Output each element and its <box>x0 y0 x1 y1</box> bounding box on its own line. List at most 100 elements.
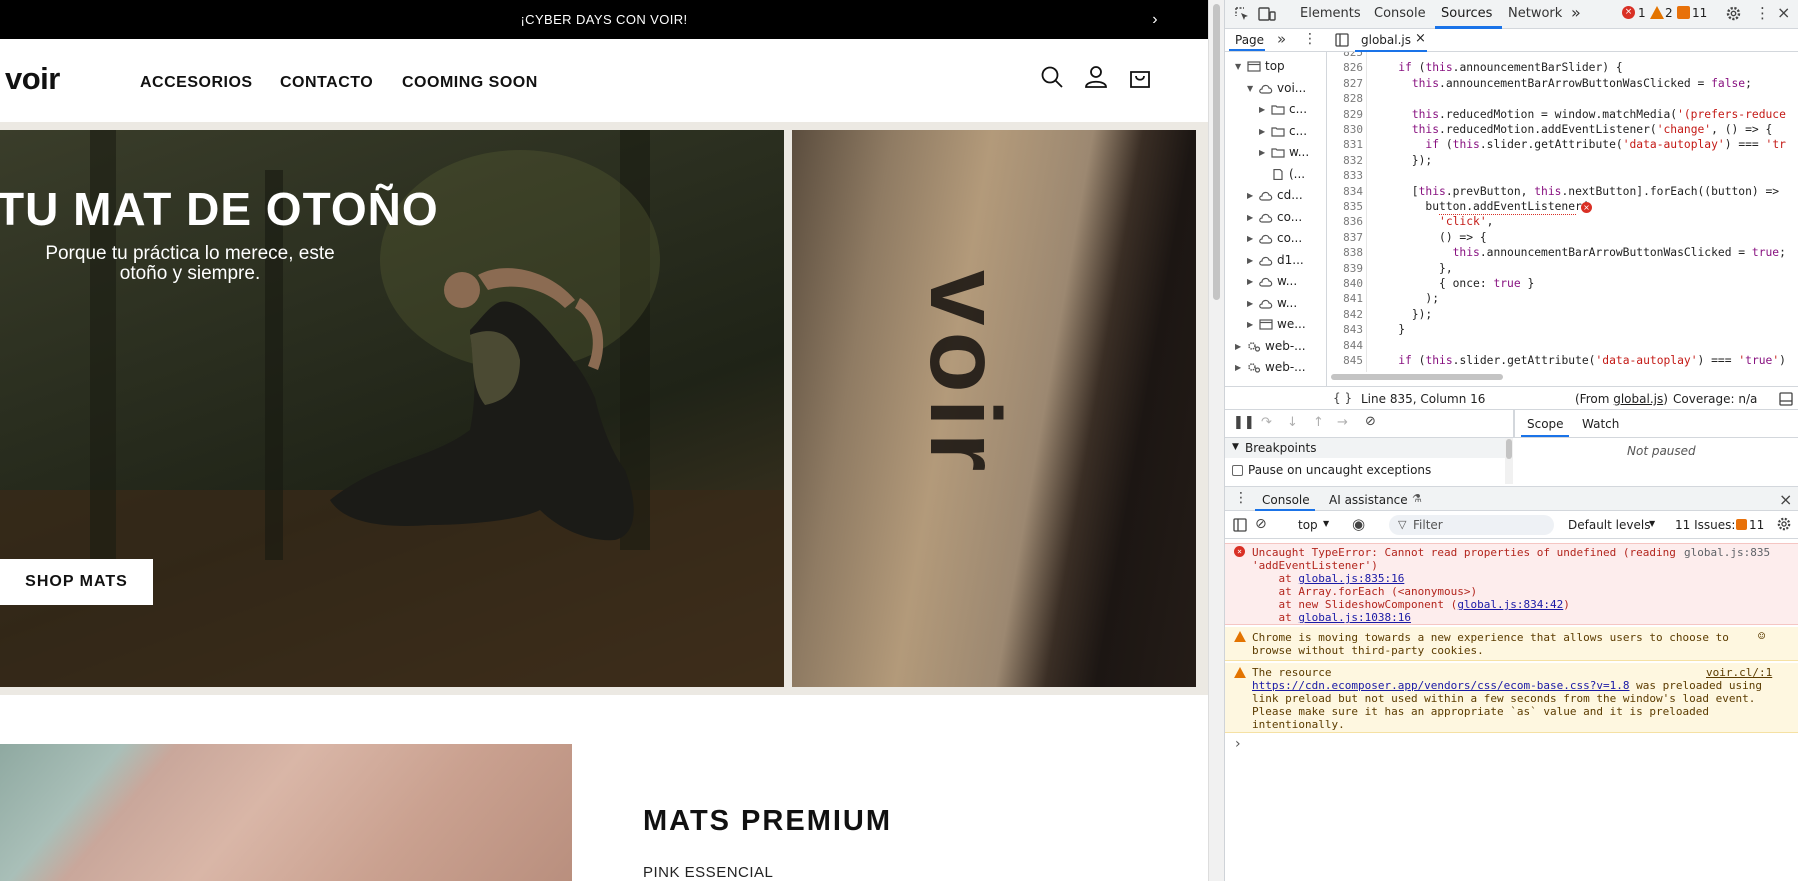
line-number[interactable]: 842 <box>1327 308 1363 321</box>
site-scrollbar[interactable] <box>1208 0 1224 881</box>
console-input[interactable] <box>1252 738 1782 754</box>
tree-collapsed-arrow-icon[interactable]: ▶ <box>1247 213 1253 222</box>
line-number[interactable]: 836 <box>1327 215 1363 228</box>
line-number[interactable]: 826 <box>1327 61 1363 74</box>
tree-item[interactable]: we... <box>1277 317 1306 331</box>
line-number[interactable]: 840 <box>1327 277 1363 290</box>
code-line[interactable]: this.reducedMotion.addEventListener('cha… <box>1371 123 1773 136</box>
tab-network[interactable]: Network <box>1508 6 1562 21</box>
tree-item[interactable]: co... <box>1277 231 1302 245</box>
line-number[interactable]: 829 <box>1327 108 1363 121</box>
nav-contacto[interactable]: CONTACTO <box>280 74 373 92</box>
line-number[interactable]: 835 <box>1327 200 1363 213</box>
console-warning-preload[interactable]: The resource voir.cl/:1 https://cdn.ecom… <box>1225 663 1798 733</box>
settings-gear-icon[interactable] <box>1725 5 1742 22</box>
close-drawer-icon[interactable]: × <box>1779 490 1792 509</box>
code-line[interactable]: }, <box>1371 262 1453 275</box>
tree-item[interactable]: c... <box>1289 102 1307 116</box>
warning-count[interactable]: 2 <box>1665 6 1673 20</box>
stack-frame-link[interactable]: global.js:834:42 <box>1457 598 1563 611</box>
clear-console-icon[interactable]: ⊘ <box>1255 516 1267 532</box>
context-dropdown-icon[interactable]: ▼ <box>1323 519 1329 528</box>
more-tabs-button[interactable]: » <box>1571 3 1581 22</box>
line-number[interactable]: 837 <box>1327 231 1363 244</box>
tree-item[interactable]: w... <box>1277 274 1297 288</box>
line-number[interactable]: 845 <box>1327 354 1363 367</box>
file-tab-close-icon[interactable]: × <box>1415 31 1426 46</box>
tab-console[interactable]: Console <box>1374 6 1426 21</box>
line-number[interactable]: 838 <box>1327 246 1363 259</box>
console-warning-cookies[interactable]: Chrome is moving towards a new experienc… <box>1225 627 1798 661</box>
code-line[interactable]: if (this.slider.getAttribute('data-autop… <box>1371 138 1786 151</box>
console-filter-input[interactable]: ▽ Filter <box>1389 515 1554 535</box>
live-expression-eye-icon[interactable]: ◉ <box>1352 515 1365 533</box>
tree-item[interactable]: (... <box>1289 167 1305 181</box>
step-out-icon[interactable]: ↑ <box>1313 415 1324 430</box>
tree-collapsed-arrow-icon[interactable]: ▶ <box>1247 256 1253 265</box>
line-number[interactable]: 831 <box>1327 138 1363 151</box>
tree-collapsed-arrow-icon[interactable]: ▶ <box>1235 342 1241 351</box>
navigator-tab-page[interactable]: Page <box>1235 33 1264 47</box>
account-icon[interactable] <box>1082 63 1110 91</box>
error-source-link[interactable]: global.js:835 <box>1684 546 1770 559</box>
code-line[interactable]: [this.prevButton, this.nextButton].forEa… <box>1371 185 1779 198</box>
pause-resume-icon[interactable]: ❚❚ <box>1233 415 1255 430</box>
breakpoints-scroll-thumb[interactable] <box>1506 439 1512 459</box>
nav-accesorios[interactable]: ACCESORIOS <box>140 74 253 92</box>
announcement-text[interactable]: ¡CYBER DAYS CON VOIR! <box>520 12 687 27</box>
tree-expanded-arrow-icon[interactable]: ▼ <box>1235 62 1241 71</box>
code-line[interactable]: button.addEventListener( <box>1371 200 1588 213</box>
cookies-info-icon[interactable]: ☺ <box>1758 630 1765 643</box>
tree-item[interactable]: c... <box>1289 124 1307 138</box>
device-toolbar-icon[interactable] <box>1258 6 1276 22</box>
step-over-icon[interactable]: ↷ <box>1261 415 1272 430</box>
code-scroll-thumb[interactable] <box>1331 374 1503 380</box>
deactivate-breakpoints-icon[interactable]: ⊘ <box>1365 414 1376 429</box>
site-scrollbar-thumb[interactable] <box>1213 4 1220 300</box>
console-sidebar-icon[interactable] <box>1233 518 1247 532</box>
navigator-more-button[interactable]: » <box>1277 30 1286 48</box>
tree-expanded-arrow-icon[interactable]: ▼ <box>1247 84 1253 93</box>
tree-item[interactable]: voi... <box>1277 81 1306 95</box>
code-line[interactable]: () => { <box>1371 231 1487 244</box>
pause-uncaught-label[interactable]: Pause on uncaught exceptions <box>1248 463 1431 477</box>
logo[interactable]: voir <box>5 61 60 97</box>
step-icon[interactable]: → <box>1337 415 1348 430</box>
drawer-menu-icon[interactable]: ⋮ <box>1234 490 1248 506</box>
tree-item[interactable]: w... <box>1277 296 1297 310</box>
levels-dropdown-icon[interactable]: ▼ <box>1649 519 1655 528</box>
navigator-menu-icon[interactable]: ⋮ <box>1303 31 1317 47</box>
tab-watch[interactable]: Watch <box>1582 417 1619 431</box>
line-number[interactable]: 833 <box>1327 169 1363 182</box>
inspect-element-icon[interactable] <box>1234 6 1250 22</box>
line-number[interactable]: 832 <box>1327 154 1363 167</box>
line-number[interactable]: 839 <box>1327 262 1363 275</box>
toggle-debugger-icon[interactable] <box>1779 392 1793 406</box>
tab-scope[interactable]: Scope <box>1527 417 1564 431</box>
tree-collapsed-arrow-icon[interactable]: ▶ <box>1247 234 1253 243</box>
file-tab-global-js[interactable]: global.js × <box>1355 29 1427 52</box>
error-count[interactable]: 1 <box>1638 6 1646 20</box>
code-line[interactable]: ); <box>1371 292 1439 305</box>
tree-collapsed-arrow-icon[interactable]: ▶ <box>1259 105 1265 114</box>
tree-collapsed-arrow-icon[interactable]: ▶ <box>1247 320 1253 329</box>
code-line[interactable]: this.announcementBarArrowButtonWasClicke… <box>1371 246 1786 259</box>
pretty-print-icon[interactable]: { } <box>1333 391 1352 405</box>
breakpoints-collapse-icon[interactable]: ▼ <box>1232 442 1239 452</box>
tree-collapsed-arrow-icon[interactable]: ▶ <box>1247 191 1253 200</box>
toggle-navigator-icon[interactable] <box>1335 33 1349 47</box>
tree-item[interactable]: co... <box>1277 210 1302 224</box>
stack-frame-link[interactable]: global.js:1038:16 <box>1298 611 1411 624</box>
tree-item[interactable]: top <box>1265 59 1285 73</box>
line-number[interactable]: 841 <box>1327 292 1363 305</box>
error-badge-icon[interactable]: × <box>1622 6 1635 19</box>
issues-count[interactable]: 11 <box>1692 6 1707 20</box>
close-devtools-icon[interactable]: × <box>1777 3 1790 22</box>
tab-sources[interactable]: Sources <box>1441 6 1492 21</box>
code-line[interactable]: } <box>1371 323 1405 336</box>
log-levels-dropdown[interactable]: Default levels <box>1568 518 1650 532</box>
tree-collapsed-arrow-icon[interactable]: ▶ <box>1235 363 1241 372</box>
breakpoints-scrollbar[interactable] <box>1505 438 1513 484</box>
code-editor[interactable]: 825 826 if (this.announcementBarSlider) {… <box>1327 52 1798 372</box>
cart-icon[interactable] <box>1126 63 1154 91</box>
